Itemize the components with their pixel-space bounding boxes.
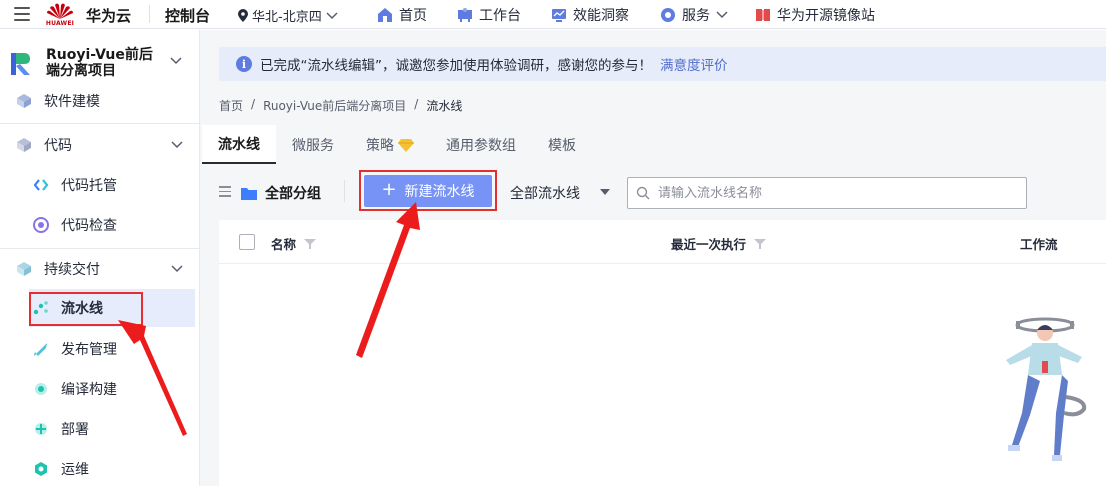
arrow-to-pipeline-menu [118,320,187,436]
arrow-to-new-pipeline-button [356,202,420,358]
annotation-arrows [118,202,420,436]
